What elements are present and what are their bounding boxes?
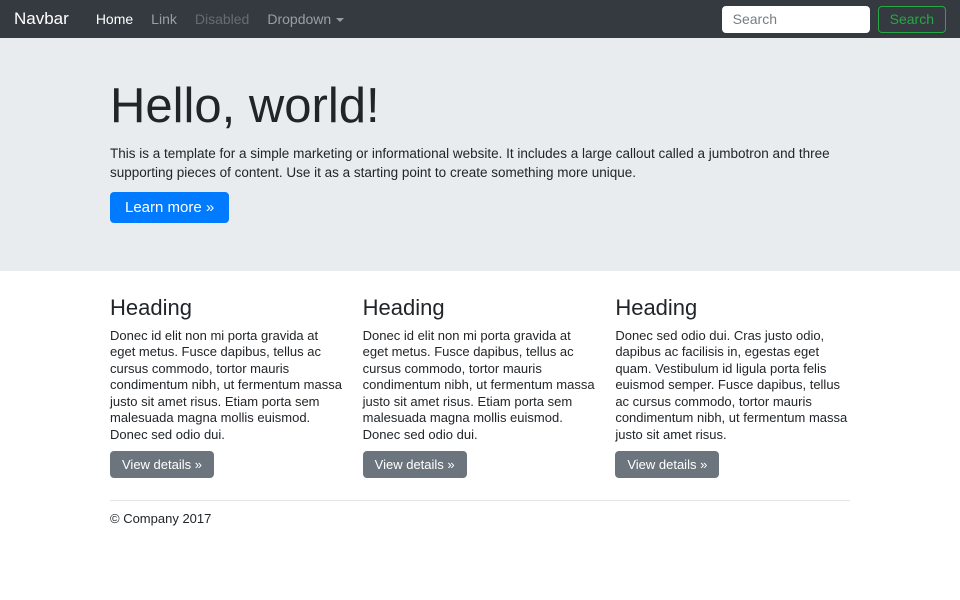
content-column-3: Heading Donec sed odio dui. Cras justo o…	[615, 295, 850, 478]
content-column-2: Heading Donec id elit non mi porta gravi…	[363, 295, 598, 478]
nav-item-dropdown[interactable]: Dropdown	[258, 11, 353, 27]
learn-more-button[interactable]: Learn more »	[110, 192, 229, 223]
footer: © Company 2017	[110, 511, 850, 556]
column-heading: Heading	[363, 295, 598, 321]
jumbotron-description: This is a template for a simple marketin…	[110, 145, 850, 182]
copyright-text: © Company 2017	[110, 511, 850, 556]
nav-item-link[interactable]: Link	[142, 11, 186, 27]
navbar-nav: Home Link Disabled Dropdown	[87, 11, 722, 27]
nav-item-home[interactable]: Home	[87, 11, 142, 27]
content-column-1: Heading Donec id elit non mi porta gravi…	[110, 295, 345, 478]
column-heading: Heading	[110, 295, 345, 321]
jumbotron-title: Hello, world!	[110, 78, 850, 135]
nav-item-dropdown-label: Dropdown	[267, 11, 331, 27]
view-details-button-1[interactable]: View details »	[110, 451, 214, 478]
nav-item-disabled: Disabled	[186, 11, 258, 27]
column-text: Donec id elit non mi porta gravida at eg…	[363, 328, 598, 444]
jumbotron: Hello, world! This is a template for a s…	[0, 38, 960, 271]
jumbotron-container: Hello, world! This is a template for a s…	[110, 78, 850, 223]
content-row: Heading Donec id elit non mi porta gravi…	[110, 295, 850, 478]
navbar: Navbar Home Link Disabled Dropdown Searc…	[0, 0, 960, 38]
column-text: Donec sed odio dui. Cras justo odio, dap…	[615, 328, 850, 444]
search-button[interactable]: Search	[878, 6, 946, 33]
column-heading: Heading	[615, 295, 850, 321]
navbar-brand[interactable]: Navbar	[14, 9, 69, 29]
column-text: Donec id elit non mi porta gravida at eg…	[110, 328, 345, 444]
view-details-button-2[interactable]: View details »	[363, 451, 467, 478]
view-details-button-3[interactable]: View details »	[615, 451, 719, 478]
caret-down-icon	[336, 18, 344, 22]
search-input[interactable]	[722, 6, 870, 33]
footer-divider	[110, 500, 850, 501]
search-form: Search	[722, 6, 946, 33]
main-content: Heading Donec id elit non mi porta gravi…	[110, 295, 850, 556]
